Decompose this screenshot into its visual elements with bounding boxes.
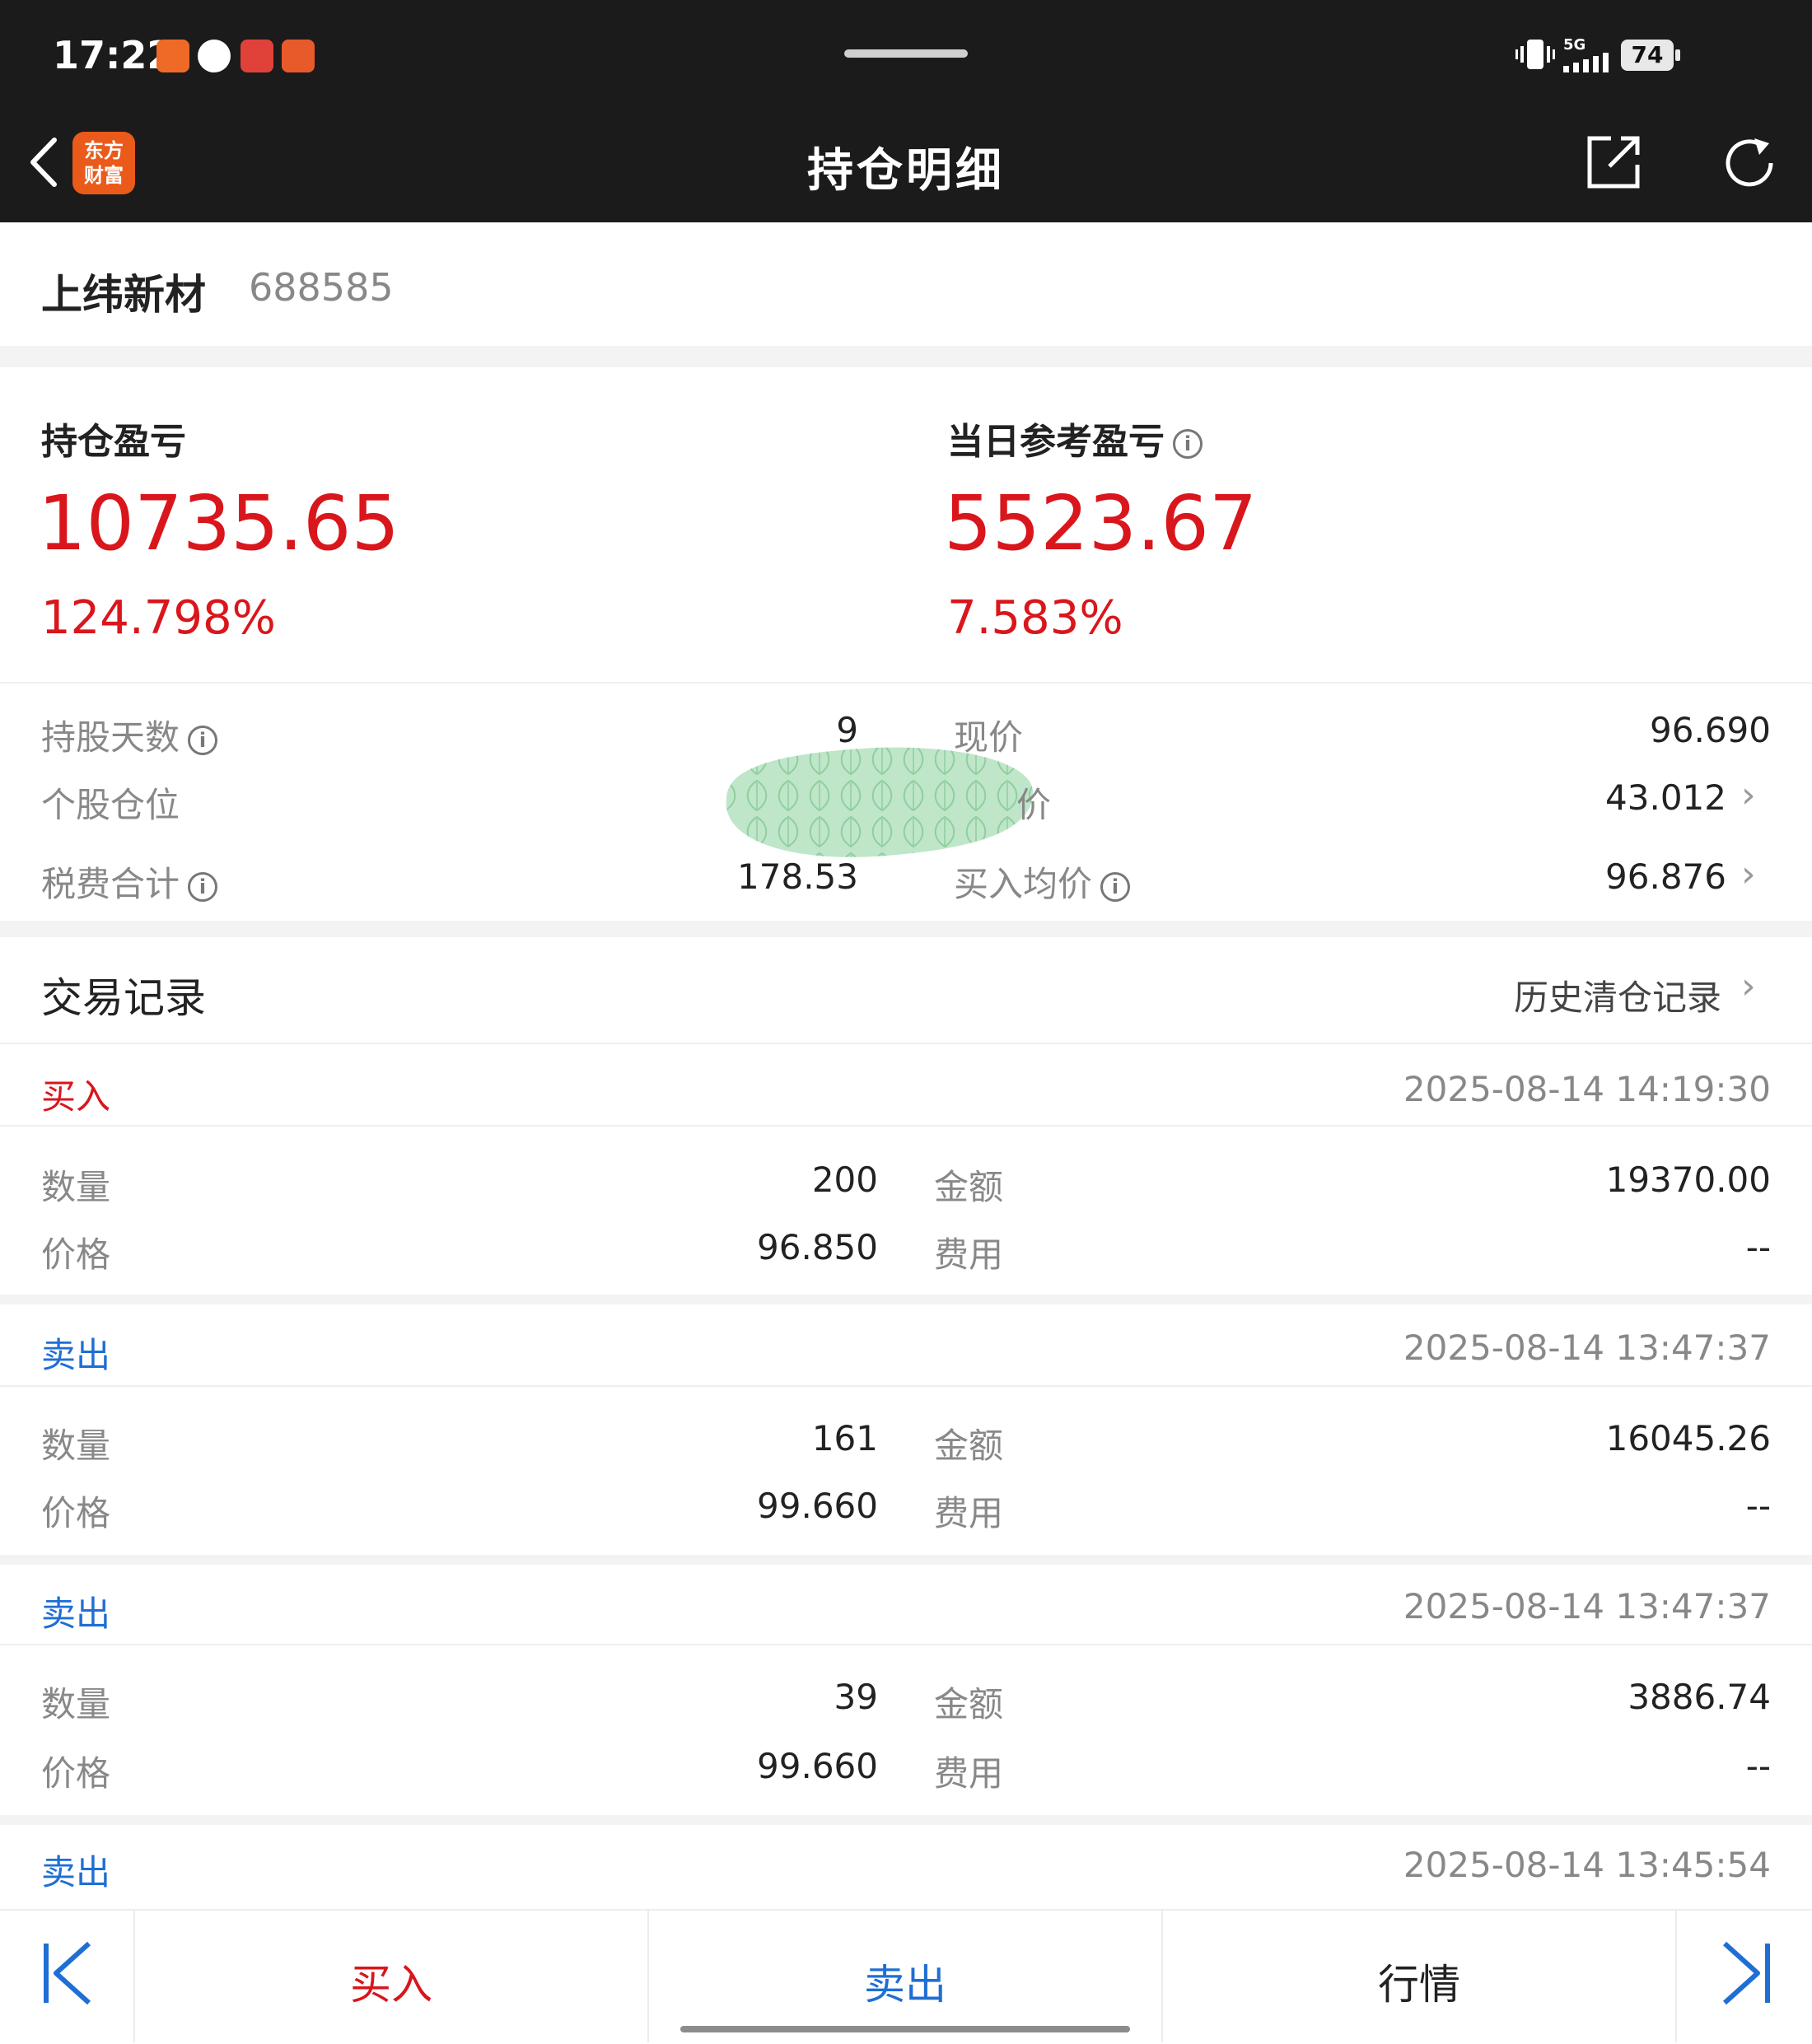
trade-type-sell: 卖出 bbox=[41, 1852, 111, 1892]
qty-value: 200 bbox=[811, 1160, 878, 1200]
daily-pl-percent: 7.583% bbox=[947, 591, 1123, 645]
section-gap bbox=[0, 1295, 1812, 1304]
history-clear-link[interactable]: 历史清仓记录 bbox=[1466, 970, 1721, 1020]
price-label: 价格 bbox=[41, 1234, 111, 1275]
quote-button[interactable]: 行情 bbox=[1163, 1952, 1675, 2011]
signal-icon bbox=[1563, 53, 1609, 72]
info-icon[interactable]: i bbox=[188, 871, 218, 902]
section-gap bbox=[0, 1555, 1812, 1565]
app-notification-icon bbox=[282, 40, 315, 72]
cost-price-label-fragment: 价 bbox=[1016, 785, 1052, 825]
refresh-icon[interactable] bbox=[1718, 132, 1781, 194]
first-item-icon[interactable] bbox=[41, 1940, 96, 2006]
vibrate-icon bbox=[1515, 40, 1555, 69]
home-indicator bbox=[680, 2026, 1130, 2032]
top-handle bbox=[844, 49, 968, 58]
fee-value: -- bbox=[1745, 1227, 1771, 1267]
divider bbox=[1675, 1909, 1677, 2042]
status-time: 17:22 bbox=[53, 33, 174, 77]
section-gap bbox=[0, 921, 1812, 937]
hold-days-label: 持股天数 i bbox=[41, 710, 218, 760]
amount-label: 金额 bbox=[934, 1426, 1004, 1466]
amount-value: 16045.26 bbox=[1605, 1418, 1771, 1458]
fees-label-text: 税费合计 bbox=[41, 864, 180, 904]
fee-label: 费用 bbox=[934, 1493, 1004, 1533]
amount-label: 金额 bbox=[934, 1167, 1004, 1207]
app-notification-icon bbox=[156, 40, 189, 72]
position-pl-percent: 124.798% bbox=[41, 591, 276, 645]
divider bbox=[0, 682, 1812, 684]
position-pl-value: 10735.65 bbox=[38, 479, 399, 567]
trade-type-sell: 卖出 bbox=[41, 1335, 111, 1375]
divider bbox=[0, 1125, 1812, 1127]
trades-title: 交易记录 bbox=[41, 974, 206, 1022]
fee-label: 费用 bbox=[934, 1234, 1004, 1275]
amount-label: 金额 bbox=[934, 1684, 1004, 1724]
battery-indicator: 74 bbox=[1621, 40, 1680, 71]
share-icon[interactable] bbox=[1585, 133, 1642, 191]
trade-time: 2025-08-14 13:47:37 bbox=[1403, 1586, 1771, 1626]
redaction-sticker bbox=[726, 747, 1034, 857]
chevron-right-icon[interactable]: › bbox=[1741, 965, 1756, 1007]
chevron-right-icon[interactable]: › bbox=[1741, 853, 1756, 895]
fee-label: 费用 bbox=[934, 1753, 1004, 1794]
price-value: 99.660 bbox=[757, 1486, 878, 1526]
trade-time: 2025-08-14 13:45:54 bbox=[1403, 1845, 1771, 1885]
page-title: 持仓明细 bbox=[807, 144, 1005, 198]
fees-label: 税费合计 i bbox=[41, 856, 218, 907]
divider bbox=[0, 1644, 1812, 1645]
amount-value: 19370.00 bbox=[1605, 1160, 1771, 1200]
qty-value: 39 bbox=[834, 1677, 878, 1717]
qty-label: 数量 bbox=[41, 1426, 111, 1466]
app-notification-icon bbox=[241, 40, 273, 72]
qty-value: 161 bbox=[811, 1418, 878, 1458]
buy-button[interactable]: 买入 bbox=[135, 1952, 647, 2011]
info-icon[interactable]: i bbox=[188, 725, 218, 755]
daily-pl-label-text: 当日参考盈亏 bbox=[947, 421, 1165, 463]
divider bbox=[0, 1385, 1812, 1387]
stock-code: 688585 bbox=[249, 265, 394, 310]
section-gap bbox=[0, 346, 1812, 367]
amount-value: 3886.74 bbox=[1628, 1677, 1771, 1717]
price-value: 99.660 bbox=[757, 1746, 878, 1786]
section-gap bbox=[0, 1815, 1812, 1825]
network-type: 5G bbox=[1563, 36, 1586, 54]
stock-name: 上纬新材 bbox=[41, 271, 206, 319]
fee-value: -- bbox=[1745, 1746, 1771, 1786]
position-ratio-label: 个股仓位 bbox=[41, 785, 180, 825]
price-value: 96.850 bbox=[757, 1227, 878, 1267]
fee-value: -- bbox=[1745, 1486, 1771, 1526]
current-price-value: 96.690 bbox=[1650, 710, 1771, 750]
daily-pl-value: 5523.67 bbox=[944, 479, 1258, 567]
divider bbox=[0, 1043, 1812, 1044]
position-pl-label: 持仓盈亏 bbox=[41, 421, 186, 463]
app-notification-icon bbox=[198, 40, 231, 72]
info-icon[interactable]: i bbox=[1100, 871, 1131, 902]
price-label: 价格 bbox=[41, 1493, 111, 1533]
buy-avg-label-text: 买入均价 bbox=[954, 864, 1093, 904]
hold-days-label-text: 持股天数 bbox=[41, 717, 180, 758]
info-icon[interactable]: i bbox=[1173, 429, 1203, 459]
trade-type-buy: 买入 bbox=[41, 1076, 111, 1117]
trade-type-sell: 卖出 bbox=[41, 1594, 111, 1634]
cost-price-value: 43.012 bbox=[1605, 777, 1726, 818]
trade-time: 2025-08-14 13:47:37 bbox=[1403, 1328, 1771, 1368]
qty-label: 数量 bbox=[41, 1684, 111, 1724]
chevron-right-icon[interactable]: › bbox=[1741, 774, 1756, 816]
sell-button[interactable]: 卖出 bbox=[649, 1952, 1161, 2011]
last-item-icon[interactable] bbox=[1718, 1940, 1772, 2006]
price-label: 价格 bbox=[41, 1753, 111, 1794]
qty-label: 数量 bbox=[41, 1167, 111, 1207]
buy-avg-value: 96.876 bbox=[1605, 856, 1726, 897]
daily-pl-label: 当日参考盈亏 i bbox=[947, 412, 1203, 464]
trade-time: 2025-08-14 14:19:30 bbox=[1403, 1069, 1771, 1109]
